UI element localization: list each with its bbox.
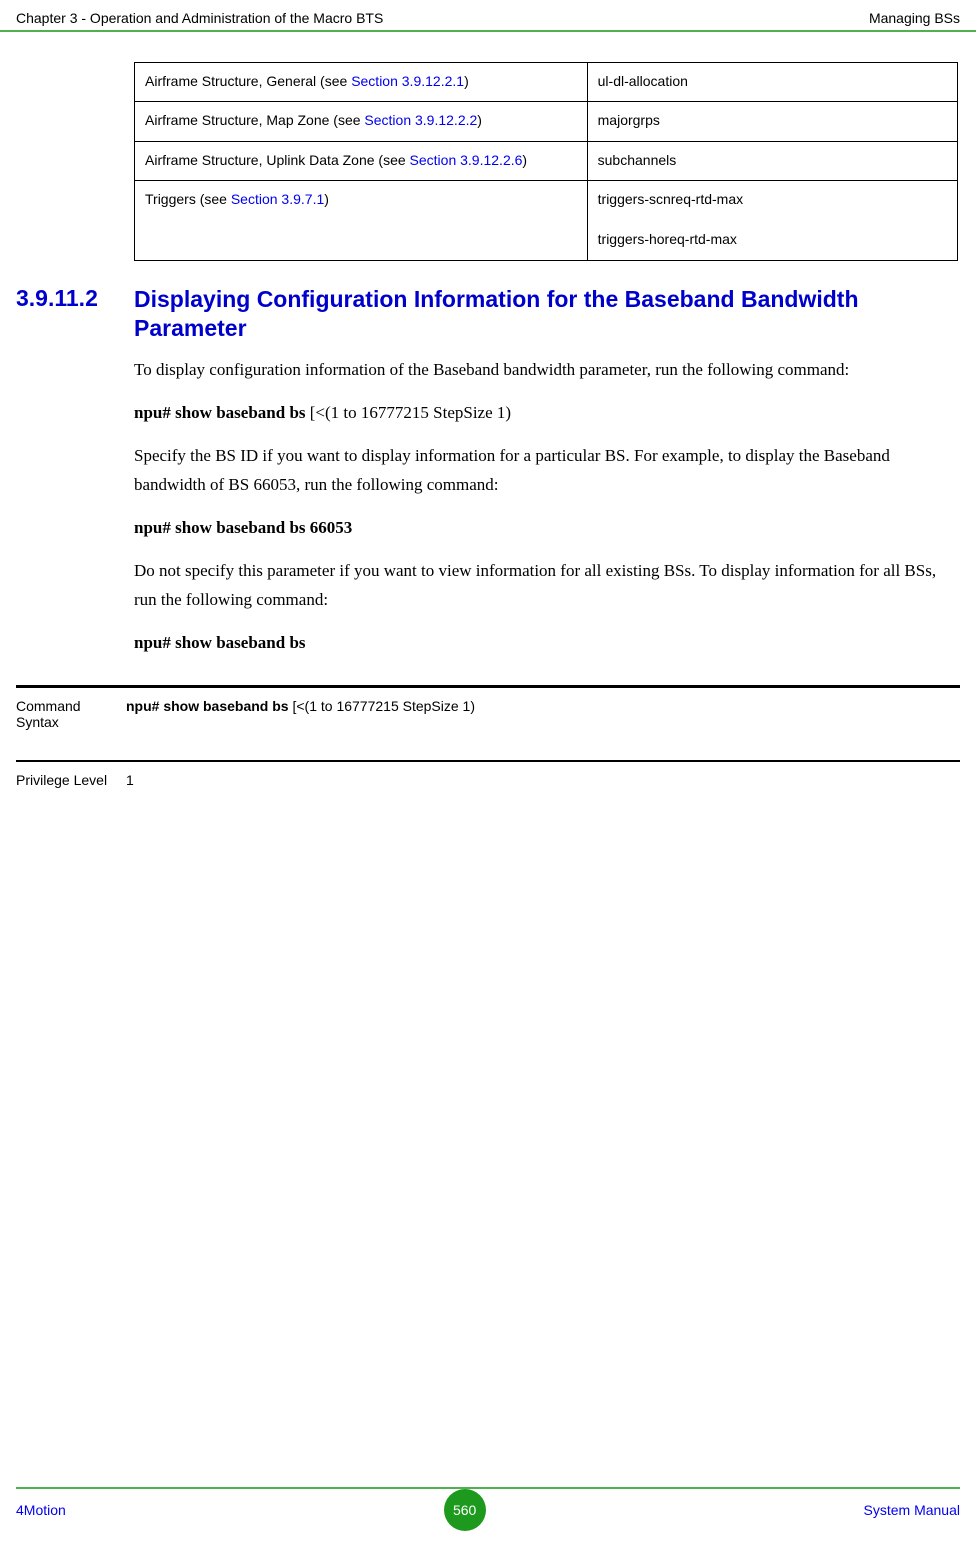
syntax-bold: npu# show baseband bs xyxy=(126,698,292,714)
paragraph: Do not specify this parameter if you wan… xyxy=(134,557,958,615)
ref-suffix: ) xyxy=(324,191,329,207)
page-header: Chapter 3 - Operation and Administration… xyxy=(0,0,976,32)
section-heading: 3.9.11.2 Displaying Configuration Inform… xyxy=(16,285,960,343)
ref-suffix: ) xyxy=(464,73,469,89)
ref-suffix: ) xyxy=(477,112,482,128)
table-row: Airframe Structure, Uplink Data Zone (se… xyxy=(135,141,958,180)
syntax-rest: [<(1 to 16777215 StepSize 1) xyxy=(292,698,475,714)
ref-text: Airframe Structure, General (see xyxy=(145,73,351,89)
table-row: Privilege Level 1 xyxy=(16,761,960,818)
section-link[interactable]: Section 3.9.12.2.1 xyxy=(351,73,464,89)
page-content: Airframe Structure, General (see Section… xyxy=(0,32,976,818)
table-row: Airframe Structure, General (see Section… xyxy=(135,63,958,102)
header-right: Managing BSs xyxy=(869,10,960,26)
ref-value: ul-dl-allocation xyxy=(587,63,957,102)
section-link[interactable]: Section 3.9.12.2.2 xyxy=(364,112,477,128)
ref-value: triggers-scnreq-rtd-max triggers-horeq-r… xyxy=(587,180,957,260)
paragraph: Specify the BS ID if you want to display… xyxy=(134,442,958,500)
ref-suffix: ) xyxy=(522,152,527,168)
section-title: Displaying Configuration Information for… xyxy=(134,285,960,343)
section-link[interactable]: Section 3.9.12.2.6 xyxy=(410,152,523,168)
command-syntax-table: Command Syntax npu# show baseband bs [<(… xyxy=(16,685,960,818)
header-left: Chapter 3 - Operation and Administration… xyxy=(16,10,383,26)
paragraph: To display configuration information of … xyxy=(134,356,958,385)
command-line: npu# show baseband bs [<(1 to 16777215 S… xyxy=(134,399,958,428)
table-row: Command Syntax npu# show baseband bs [<(… xyxy=(16,687,960,762)
privilege-label: Privilege Level xyxy=(16,761,126,818)
footer-right: System Manual xyxy=(864,1502,960,1518)
syntax-label: Command Syntax xyxy=(16,687,126,762)
section-number: 3.9.11.2 xyxy=(16,285,134,343)
syntax-value: npu# show baseband bs [<(1 to 16777215 S… xyxy=(126,687,960,762)
command-args: [<(1 to 16777215 StepSize 1) xyxy=(310,403,511,422)
ref-value: majorgrps xyxy=(587,102,957,141)
ref-text: Triggers (see xyxy=(145,191,231,207)
table-row: Triggers (see Section 3.9.7.1) triggers-… xyxy=(135,180,958,260)
command-bold: npu# show baseband bs xyxy=(134,403,310,422)
ref-text: Airframe Structure, Map Zone (see xyxy=(145,112,364,128)
table-row: Airframe Structure, Map Zone (see Sectio… xyxy=(135,102,958,141)
footer-left: 4Motion xyxy=(16,1502,66,1518)
ref-value: subchannels xyxy=(587,141,957,180)
command-line: npu# show baseband bs xyxy=(134,629,958,658)
command-line: npu# show baseband bs 66053 xyxy=(134,514,958,543)
reference-table: Airframe Structure, General (see Section… xyxy=(134,62,958,261)
section-link[interactable]: Section 3.9.7.1 xyxy=(231,191,324,207)
page-number-badge: 560 xyxy=(444,1489,486,1531)
privilege-value: 1 xyxy=(126,761,960,818)
ref-text: Airframe Structure, Uplink Data Zone (se… xyxy=(145,152,410,168)
page-footer: 4Motion 560 System Manual xyxy=(0,1489,976,1545)
